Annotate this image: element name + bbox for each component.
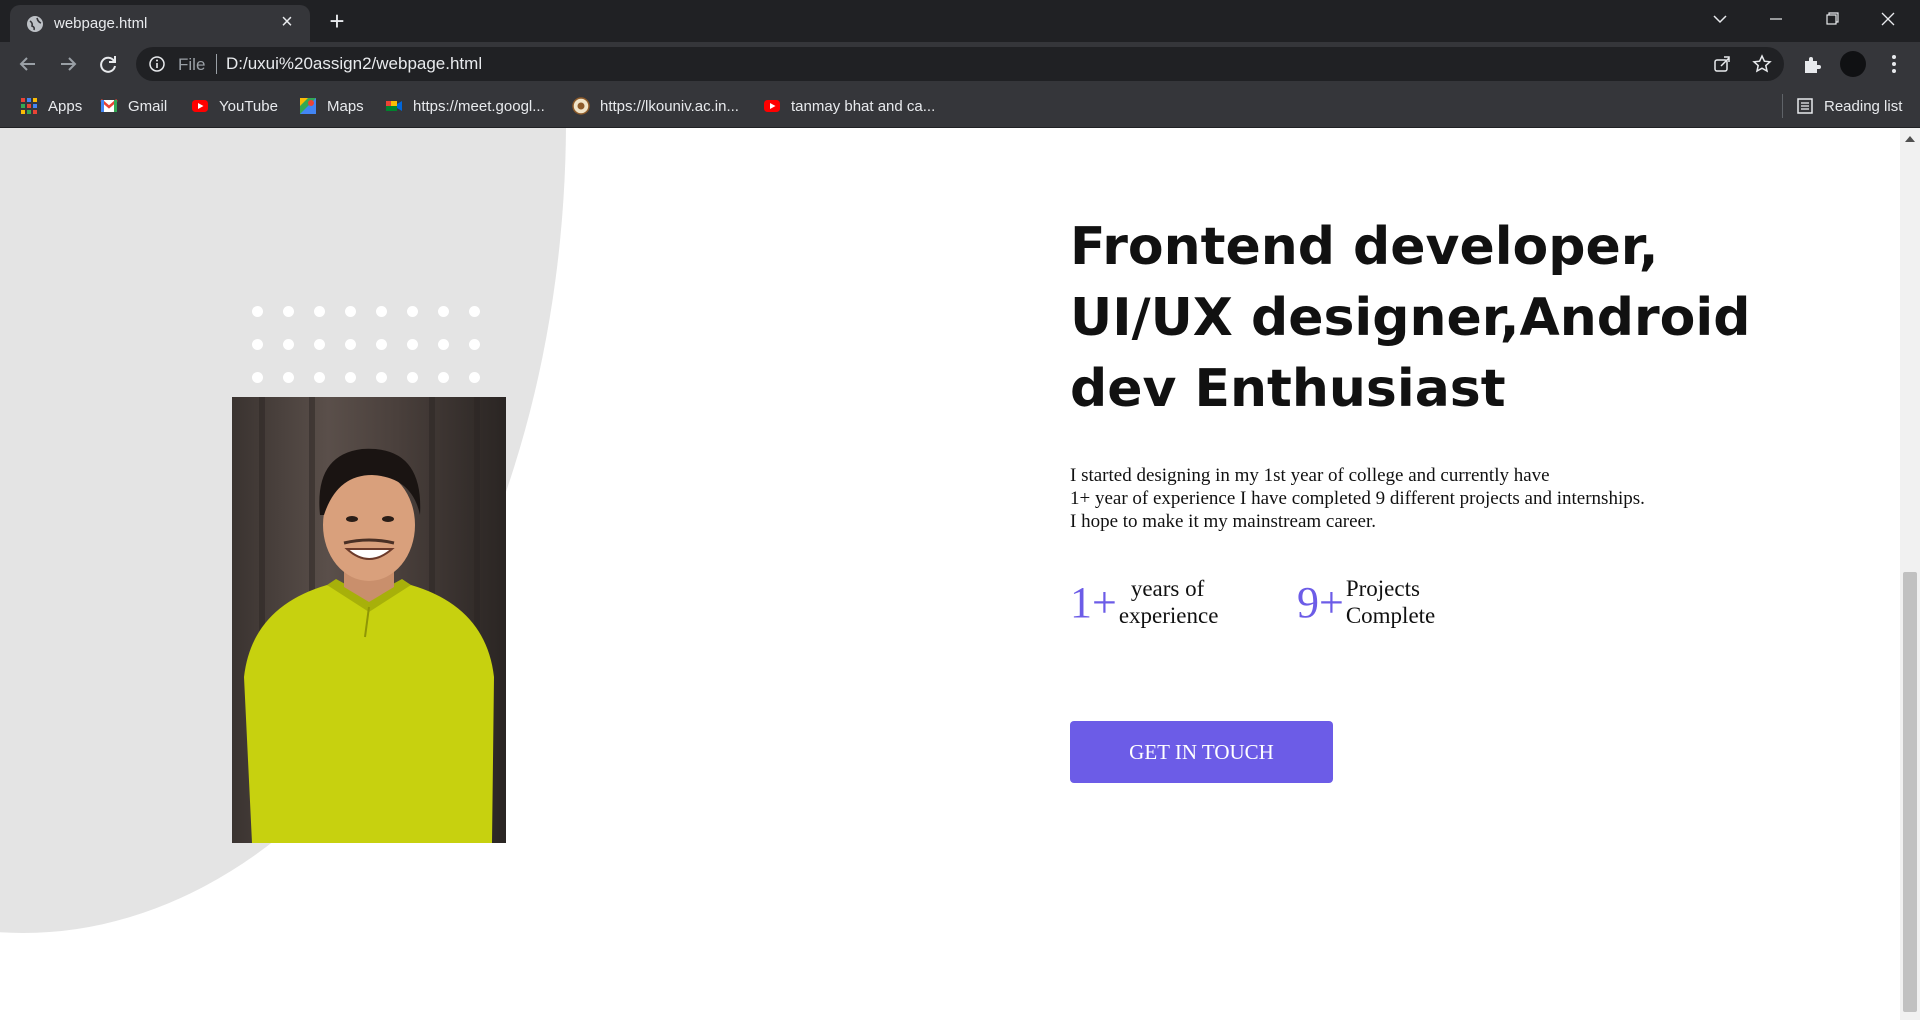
- about-line: I started designing in my 1st year of co…: [1070, 465, 1550, 486]
- bookmark-star-icon[interactable]: [1752, 54, 1772, 74]
- youtube-icon: [764, 100, 780, 112]
- decorative-dot: [376, 372, 387, 383]
- decorative-dot: [407, 372, 418, 383]
- about-line: 1+ year of experience I have completed 9…: [1070, 488, 1645, 509]
- bookmark-youtube[interactable]: YouTube: [191, 96, 278, 116]
- profile-photo: [232, 397, 506, 843]
- decorative-dot: [283, 372, 294, 383]
- bookmark-lkouniv[interactable]: https://lkouniv.ac.in...: [572, 96, 739, 116]
- bookmark-label: Maps: [327, 97, 364, 115]
- more-menu-icon[interactable]: [1882, 52, 1906, 76]
- bookmark-meet[interactable]: https://meet.googl...: [385, 96, 545, 116]
- decorative-dot: [252, 306, 263, 317]
- restore-icon[interactable]: [1804, 0, 1860, 40]
- decorative-dot: [283, 339, 294, 350]
- stat-label-line: Complete: [1345, 603, 1436, 628]
- get-in-touch-button[interactable]: GET IN TOUCH: [1070, 721, 1333, 783]
- decorative-dot: [438, 372, 449, 383]
- stat-label: years of experience: [1119, 575, 1219, 629]
- maps-icon: [300, 98, 316, 114]
- globe-icon: [27, 16, 43, 32]
- decorative-dot: [407, 339, 418, 350]
- bookmark-label: tanmay bhat and ca...: [791, 97, 936, 115]
- reload-icon[interactable]: [94, 50, 122, 78]
- browser-tab[interactable]: webpage.html ×: [10, 5, 310, 42]
- bookmark-label: https://meet.googl...: [413, 97, 545, 115]
- stat-experience: 1+ years of experience: [1070, 575, 1218, 629]
- decorative-dot: [407, 306, 418, 317]
- bookmarks-bar: Apps Gmail YouTube Maps https://meet.goo…: [0, 86, 1920, 128]
- decorative-dot: [438, 306, 449, 317]
- bookmark-label: Apps: [48, 97, 83, 115]
- stat-label-line: experience: [1118, 603, 1219, 628]
- stat-number: 9+: [1297, 577, 1344, 627]
- gmail-icon: [100, 99, 118, 112]
- decorative-dot: [283, 306, 294, 317]
- reading-list-icon: [1797, 98, 1813, 114]
- stat-projects: 9+ Projects Complete: [1297, 575, 1435, 629]
- apps-grid-icon: [21, 98, 37, 114]
- bookmark-label: Gmail: [128, 97, 168, 115]
- new-tab-button[interactable]: +: [322, 8, 352, 36]
- tab-search-icon[interactable]: [1692, 0, 1748, 40]
- stat-number: 1+: [1070, 577, 1117, 627]
- reading-list-button[interactable]: Reading list: [1796, 96, 1902, 116]
- decorative-dot: [345, 372, 356, 383]
- info-icon[interactable]: [148, 55, 166, 73]
- decorative-dot: [469, 339, 480, 350]
- decorative-dot: [469, 306, 480, 317]
- decorative-dot: [345, 306, 356, 317]
- decorative-dot: [314, 306, 325, 317]
- decorative-dot: [469, 372, 480, 383]
- bookmark-label: YouTube: [219, 97, 278, 115]
- bookmark-tanmay[interactable]: tanmay bhat and ca...: [763, 96, 935, 116]
- bookmark-apps[interactable]: Apps: [20, 96, 82, 116]
- close-window-icon[interactable]: [1860, 0, 1916, 40]
- browser-toolbar: File D:/uxui%20assign2/webpage.html: [0, 42, 1920, 86]
- decorative-dot: [314, 339, 325, 350]
- close-tab-icon[interactable]: ×: [276, 11, 298, 33]
- profile-avatar[interactable]: [1840, 51, 1866, 77]
- decorative-dot: [376, 306, 387, 317]
- about-line: I hope to make it my mainstream career.: [1070, 511, 1376, 532]
- extensions-puzzle-icon[interactable]: [1800, 52, 1824, 76]
- tab-title: webpage.html: [54, 15, 148, 32]
- webpage-viewport: Frontend developer, UI/UX designer,Andro…: [0, 128, 1900, 1020]
- share-icon[interactable]: [1712, 54, 1732, 74]
- url-scheme: File: [178, 55, 206, 74]
- bookmark-gmail[interactable]: Gmail: [100, 96, 167, 116]
- url-text[interactable]: D:/uxui%20assign2/webpage.html: [226, 54, 482, 74]
- minimize-icon[interactable]: [1748, 0, 1804, 40]
- decorative-dot: [345, 339, 356, 350]
- stat-label: Projects Complete: [1346, 575, 1435, 629]
- forward-arrow-icon[interactable]: [54, 50, 82, 78]
- university-icon: [572, 97, 590, 115]
- about-paragraph: I started designing in my 1st year of co…: [1070, 464, 1790, 533]
- bookmarks-divider: [1782, 94, 1783, 118]
- back-arrow-icon[interactable]: [14, 50, 42, 78]
- scroll-up-arrow-icon[interactable]: [1905, 136, 1915, 142]
- decorative-dot: [252, 339, 263, 350]
- youtube-icon: [192, 100, 208, 112]
- bookmark-maps[interactable]: Maps: [299, 96, 364, 116]
- address-bar[interactable]: File D:/uxui%20assign2/webpage.html: [136, 47, 1784, 81]
- decorative-dot: [376, 339, 387, 350]
- reading-list-label: Reading list: [1824, 97, 1903, 115]
- scrollbar-thumb[interactable]: [1903, 572, 1917, 1012]
- page-scrollbar[interactable]: [1900, 128, 1920, 1020]
- stat-label-line: years of: [1130, 576, 1205, 601]
- stat-label-line: Projects: [1345, 576, 1420, 601]
- decorative-dot: [252, 372, 263, 383]
- bookmark-label: https://lkouniv.ac.in...: [600, 97, 739, 115]
- decorative-dot-grid: [252, 306, 492, 386]
- meet-icon: [386, 101, 402, 111]
- hero-headline: Frontend developer, UI/UX designer,Andro…: [1070, 217, 1751, 419]
- browser-tabstrip: webpage.html × +: [0, 0, 1920, 42]
- decorative-dot: [314, 372, 325, 383]
- url-separator: [216, 54, 217, 74]
- decorative-dot: [438, 339, 449, 350]
